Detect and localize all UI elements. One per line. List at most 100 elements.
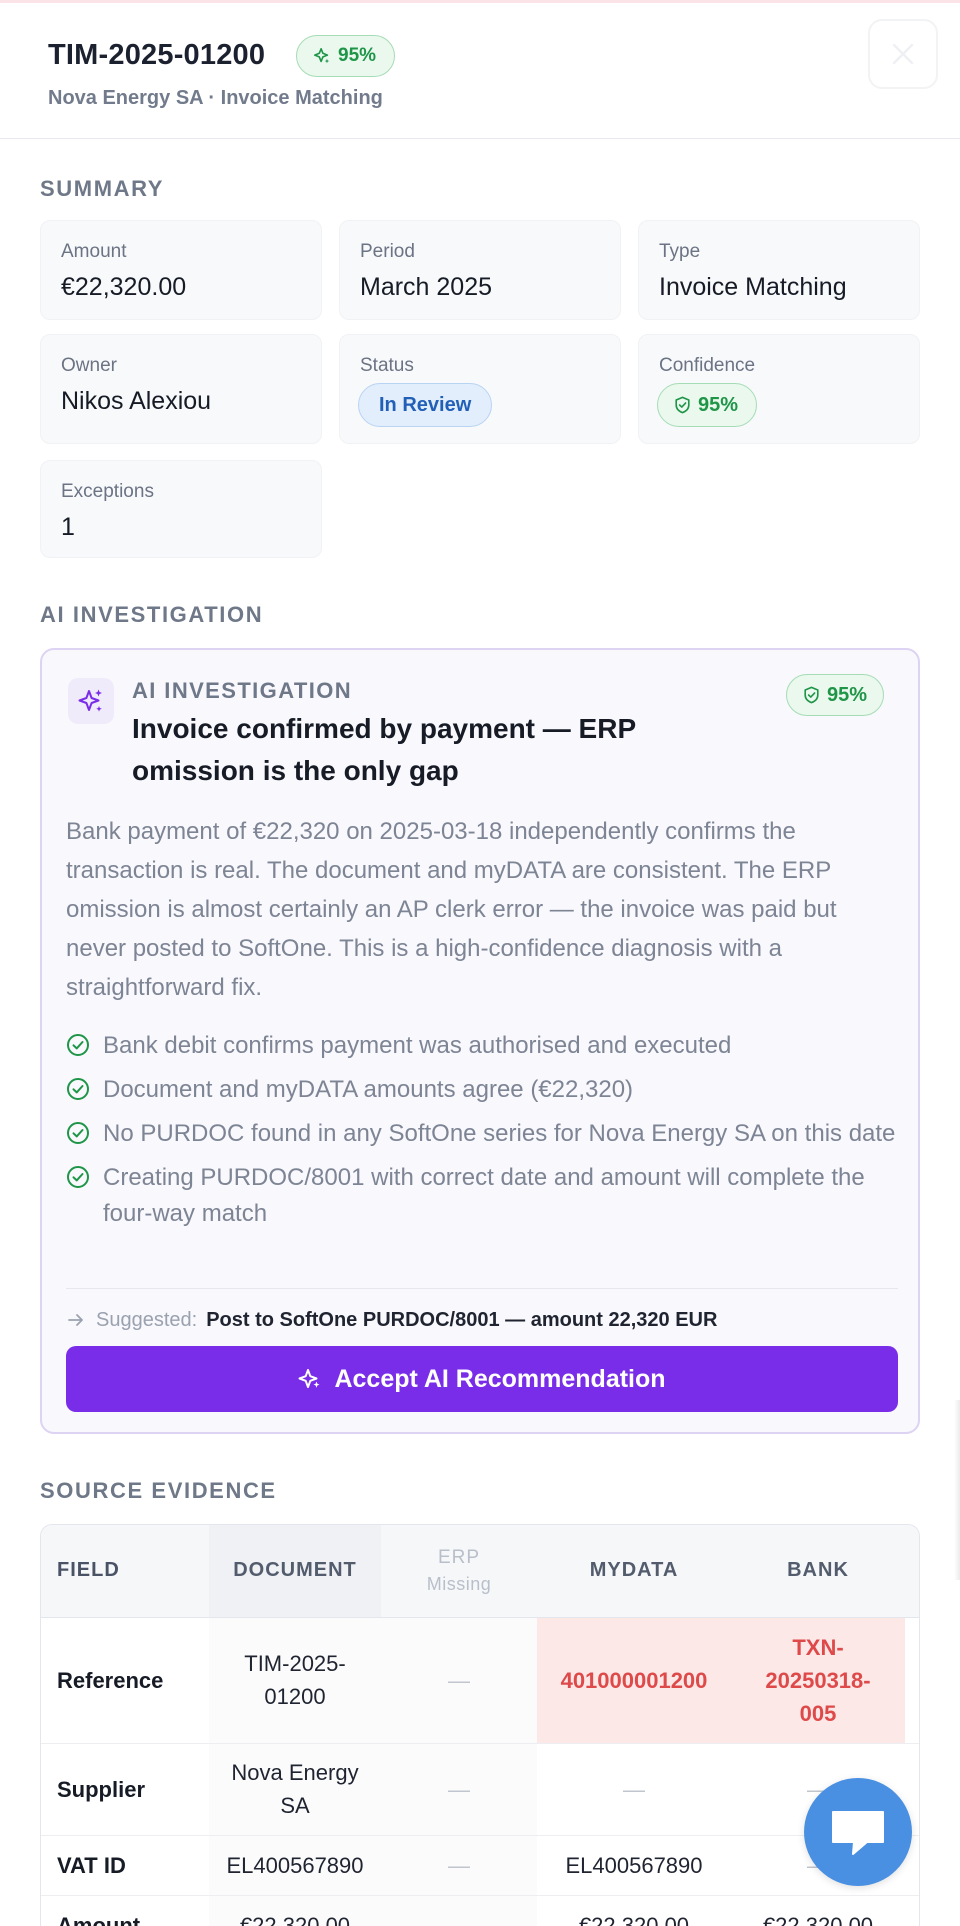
row-field: Reference: [41, 1617, 209, 1744]
row-document-text: TIM-2025-01200: [244, 1651, 346, 1709]
ai-badge: [68, 678, 114, 724]
column-header-field: FIELD: [41, 1525, 209, 1618]
row-erp: —: [381, 1835, 537, 1896]
row-mydata: 401000001200: [537, 1617, 731, 1744]
row-document: TIM-2025-01200: [209, 1617, 381, 1744]
finding-text: Document and myDATA amounts agree (€22,3…: [103, 1076, 634, 1103]
ai-confidence-badge: 95%: [786, 674, 885, 716]
column-header-mydata: MYDATA: [537, 1525, 731, 1618]
row-erp: —: [381, 1743, 537, 1836]
finding-text: No PURDOC found in any SoftOne series fo…: [103, 1120, 896, 1147]
row-document: €22,320.00: [209, 1895, 381, 1926]
column-header-bank: BANK: [731, 1525, 905, 1618]
check-circle-icon: [67, 1122, 89, 1144]
row-field: Supplier: [41, 1743, 209, 1836]
table-header-row: FIELD DOCUMENT ERP Missing MYDATA BANK C…: [41, 1525, 919, 1618]
summary-section-title: SUMMARY: [40, 176, 165, 201]
type-value: Invoice Matching: [659, 273, 847, 301]
confidence-badge: 95%: [657, 383, 758, 427]
evidence-table: FIELD DOCUMENT ERP Missing MYDATA BANK C…: [41, 1525, 919, 1926]
owner-card: Owner Nikos Alexiou: [40, 334, 322, 444]
finding-text: Creating PURDOC/8001 with correct date a…: [103, 1164, 865, 1227]
check-circle-icon: [67, 1034, 89, 1056]
ai-kicker: AI INVESTIGATION: [132, 678, 353, 703]
exceptions-label: Exceptions: [61, 481, 154, 502]
erp-missing-label: Missing: [426, 1573, 492, 1594]
amount-card: Amount €22,320.00: [40, 220, 322, 320]
row-document-text: Nova Energy SA: [231, 1760, 359, 1818]
ai-section-title: AI INVESTIGATION: [40, 602, 264, 627]
row-erp: —: [381, 1895, 537, 1926]
amount-label: Amount: [61, 241, 127, 262]
erp-header-label: ERP: [437, 1546, 481, 1568]
ai-headline: Invoice confirmed by payment — ERP omiss…: [132, 713, 636, 786]
confidence-value: 95%: [338, 45, 377, 66]
chat-bubble-icon: [832, 1811, 884, 1855]
period-label: Period: [360, 241, 415, 262]
panel-header: TIM-2025-01200 95% Nova Energy SA · Invo…: [0, 3, 960, 139]
status-card: Status In Review: [339, 334, 621, 444]
status-badge: In Review: [358, 383, 493, 427]
shield-check-icon: [804, 686, 819, 704]
row-erp: —: [381, 1617, 537, 1744]
sparkles-icon: [78, 689, 102, 712]
page-subtitle: Nova Energy SA · Invoice Matching: [48, 87, 383, 109]
finding-item: No PURDOC found in any SoftOne series fo…: [66, 1116, 898, 1152]
suggested-action: Suggested: Post to SoftOne PURDOC/8001 —…: [66, 1302, 898, 1338]
finding-item: Bank debit confirms payment was authoris…: [66, 1028, 898, 1064]
row-bank: €22,320.00: [731, 1895, 905, 1926]
row-bank-text: TXN-20250318-005: [765, 1634, 871, 1726]
row-bank: TXN-20250318-005: [731, 1617, 905, 1744]
check-circle-icon: [67, 1078, 89, 1100]
row-document: Nova Energy SA: [209, 1743, 381, 1836]
row-document: EL400567890: [209, 1835, 381, 1896]
finding-item: Creating PURDOC/8001 with correct date a…: [66, 1160, 898, 1232]
period-card: Period March 2025: [339, 220, 621, 320]
divider: [66, 1288, 898, 1289]
evidence-table-container[interactable]: FIELD DOCUMENT ERP Missing MYDATA BANK C…: [40, 1524, 920, 1926]
ai-findings-list: Bank debit confirms payment was authoris…: [66, 1028, 898, 1240]
owner-label: Owner: [61, 355, 117, 376]
row-mydata: EL400567890: [537, 1835, 731, 1896]
amount-value: €22,320.00: [61, 273, 187, 301]
close-icon: [892, 43, 914, 65]
period-value: March 2025: [360, 273, 493, 301]
edge-shadow: [954, 1400, 960, 1580]
finding-text: Bank debit confirms payment was authoris…: [103, 1032, 732, 1059]
finding-item: Document and myDATA amounts agree (€22,3…: [66, 1072, 898, 1108]
row-co: [905, 1895, 919, 1926]
owner-value: Nikos Alexiou: [61, 387, 212, 415]
row-field: VAT ID: [41, 1835, 209, 1896]
ai-confidence-value: 95%: [827, 683, 868, 706]
suggested-label: Suggested:: [96, 1308, 198, 1331]
row-field: Amount: [41, 1895, 209, 1926]
exceptions-card: Exceptions 1: [40, 460, 322, 558]
column-header-erp: ERP Missing: [381, 1525, 537, 1618]
shield-check-icon: [675, 396, 690, 414]
table-row: VAT ID EL400567890 — EL400567890 —: [41, 1835, 919, 1896]
confidence-card: Confidence 95%: [638, 334, 920, 444]
accept-button-label: Accept AI Recommendation: [334, 1364, 666, 1393]
row-mydata: €22,320.00: [537, 1895, 731, 1926]
exceptions-value: 1: [61, 513, 75, 541]
sparkle-icon: [298, 1369, 320, 1388]
ai-explanation: Bank payment of €22,320 on 2025-03-18 in…: [66, 818, 837, 1001]
confidence-badge: 95%: [296, 35, 396, 77]
table-row: Amount €22,320.00 — €22,320.00 €22,320.0…: [41, 1895, 919, 1926]
arrow-right-icon: [68, 1314, 83, 1326]
check-circle-icon: [67, 1166, 89, 1188]
chat-button[interactable]: [804, 1778, 912, 1886]
sparkle-icon: [313, 47, 330, 64]
close-button[interactable]: [868, 19, 938, 89]
ai-investigation-card: AI INVESTIGATION Invoice confirmed by pa…: [40, 648, 920, 1434]
evidence-section-title: SOURCE EVIDENCE: [40, 1478, 277, 1503]
table-row: Reference TIM-2025-01200 — 401000001200 …: [41, 1617, 919, 1744]
accept-ai-recommendation-button[interactable]: Accept AI Recommendation: [66, 1346, 898, 1412]
confidence-label: Confidence: [659, 355, 756, 376]
table-row: Supplier Nova Energy SA — — —: [41, 1743, 919, 1836]
type-label: Type: [659, 241, 701, 262]
row-mydata: —: [537, 1743, 731, 1836]
column-header-co: CO: [905, 1525, 919, 1618]
row-co: [905, 1617, 919, 1744]
type-card: Type Invoice Matching: [638, 220, 920, 320]
